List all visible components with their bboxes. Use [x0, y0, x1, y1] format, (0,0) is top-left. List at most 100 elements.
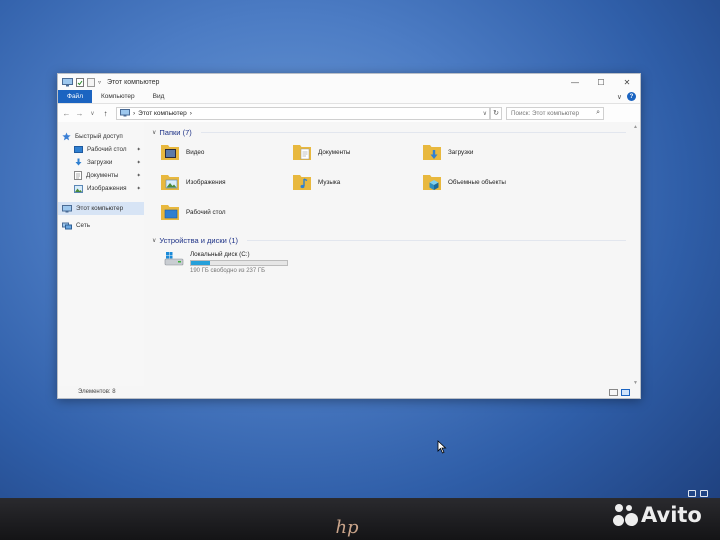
new-folder-icon[interactable]	[87, 77, 95, 87]
tab-view[interactable]: Вид	[144, 90, 174, 103]
properties-icon[interactable]	[76, 77, 84, 87]
search-icon: ⌕	[596, 109, 600, 116]
pictures-folder-icon	[161, 175, 179, 190]
title-bar: ▿ Этот компьютер — ☐ ✕	[58, 74, 640, 90]
avito-dots-icon	[612, 502, 638, 528]
search-placeholder: Поиск: Этот компьютер	[511, 109, 580, 117]
folders-group-title: Папки (7)	[159, 128, 192, 137]
search-input[interactable]: Поиск: Этот компьютер ⌕	[506, 106, 604, 120]
view-switcher	[609, 388, 640, 396]
maximize-button[interactable]: ☐	[588, 74, 614, 90]
downloads-folder-icon	[423, 145, 441, 160]
sidebar-item-downloads[interactable]: Загрузки ✦	[58, 156, 144, 169]
folder-label: Объемные объекты	[448, 178, 506, 186]
sidebar-item-network[interactable]: Сеть	[58, 219, 144, 232]
back-button[interactable]: ←	[62, 109, 71, 118]
avito-watermark: Avito	[612, 500, 712, 530]
network-icon[interactable]	[688, 489, 696, 497]
quick-access-toolbar: ▿	[62, 77, 101, 87]
hp-logo: hp	[335, 517, 359, 538]
pictures-icon	[74, 184, 83, 193]
folder-videos[interactable]: Видео	[160, 141, 204, 163]
system-tray	[688, 488, 718, 498]
documents-folder-icon	[293, 145, 311, 160]
sidebar-item-quick-access[interactable]: Быстрый доступ	[58, 130, 144, 143]
tab-file[interactable]: Файл	[58, 90, 92, 103]
status-bar: Элементов: 8	[58, 386, 640, 398]
star-icon	[62, 132, 71, 141]
explorer-body: Быстрый доступ Рабочий стол ✦ Загрузки ✦	[58, 122, 640, 386]
pin-icon: ✦	[136, 146, 141, 153]
tab-computer[interactable]: Компьютер	[92, 90, 144, 103]
customize-toolbar-icon[interactable]: ▿	[98, 79, 101, 86]
expand-ribbon-icon[interactable]: ∨	[617, 93, 622, 101]
forward-button[interactable]: →	[75, 109, 84, 118]
ribbon-tabs: Файл Компьютер Вид ∨ ?	[58, 90, 640, 104]
this-pc-icon	[62, 77, 73, 86]
explorer-window: ▿ Этот компьютер — ☐ ✕ Файл Компьютер Ви…	[57, 73, 641, 399]
videos-folder-icon	[161, 145, 179, 160]
drive-label: Локальный диск (C:)	[190, 251, 250, 258]
help-icon[interactable]: ?	[627, 92, 636, 101]
folder-label: Музыка	[318, 178, 341, 186]
close-button[interactable]: ✕	[614, 74, 640, 90]
up-button[interactable]: ↑	[101, 109, 110, 118]
pin-icon: ✦	[136, 185, 141, 192]
mouse-cursor-icon	[437, 440, 447, 454]
collapse-chevron-icon: ∨	[152, 238, 157, 244]
scroll-up-icon[interactable]: ▲	[633, 124, 638, 130]
3d-objects-folder-icon	[423, 175, 441, 190]
folder-documents[interactable]: Документы	[292, 141, 350, 163]
breadcrumb-this-pc[interactable]: Этот компьютер	[138, 110, 187, 117]
folder-downloads[interactable]: Загрузки	[422, 141, 473, 163]
folder-3d-objects[interactable]: Объемные объекты	[422, 171, 506, 193]
sidebar-item-label: Загрузки	[87, 159, 113, 166]
minimize-button[interactable]: —	[562, 74, 588, 90]
address-dropdown-icon[interactable]: ∨	[483, 110, 489, 117]
sidebar-item-desktop[interactable]: Рабочий стол ✦	[58, 143, 144, 156]
folder-label: Видео	[186, 148, 205, 156]
breadcrumb-separator[interactable]: ›	[190, 110, 192, 117]
refresh-button[interactable]: ↻	[490, 106, 502, 120]
drives-group-title: Устройства и диски (1)	[159, 236, 239, 245]
volume-icon[interactable]	[700, 489, 708, 497]
large-icons-view-icon[interactable]	[621, 388, 630, 396]
vertical-scrollbar[interactable]: ▲ ▼	[630, 122, 640, 386]
recent-locations-button[interactable]: ∨	[88, 110, 97, 117]
drive-usage-bar	[190, 260, 288, 266]
folder-label: Загрузки	[448, 148, 474, 156]
sidebar-item-documents[interactable]: Документы ✦	[58, 169, 144, 182]
folder-pictures[interactable]: Изображения	[160, 171, 226, 193]
folder-label: Документы	[318, 148, 351, 156]
desktop-icon	[74, 145, 83, 153]
drive-usage-fill	[191, 261, 211, 265]
folders-group-header[interactable]: ∨ Папки (7)	[152, 126, 640, 139]
sidebar-item-label: Документы	[86, 172, 119, 179]
collapse-chevron-icon: ∨	[152, 130, 157, 136]
folder-desktop[interactable]: Рабочий стол	[160, 201, 226, 223]
drives-group-header[interactable]: ∨ Устройства и диски (1)	[152, 234, 640, 247]
folder-label: Изображения	[186, 178, 226, 186]
sidebar-item-label: Рабочий стол	[87, 146, 127, 153]
pin-icon: ✦	[136, 172, 141, 179]
folder-label: Рабочий стол	[186, 208, 226, 216]
details-view-icon[interactable]	[609, 388, 618, 396]
documents-icon	[74, 171, 82, 180]
desktop-folder-icon	[161, 205, 179, 220]
sidebar-item-label: Изображения	[87, 185, 127, 192]
breadcrumb-separator: ›	[133, 109, 136, 117]
content-pane: ∨ Папки (7) Видео Документы Загрузки Изо…	[144, 122, 640, 386]
sidebar-item-label: Быстрый доступ	[75, 133, 123, 140]
sidebar-item-this-pc[interactable]: Этот компьютер	[58, 202, 144, 215]
avito-text: Avito	[641, 503, 702, 527]
drive-c[interactable]: Локальный диск (C:) 190 ГБ свободно из 2…	[164, 251, 640, 274]
navigation-bar: ← → ∨ ↑ › Этот компьютер › ∨ ↻ Поиск: Эт…	[58, 104, 640, 122]
sidebar-item-label: Этот компьютер	[76, 205, 124, 212]
navigation-pane: Быстрый доступ Рабочий стол ✦ Загрузки ✦	[58, 122, 144, 386]
folders-grid: Видео Документы Загрузки Изображения Муз…	[152, 139, 640, 234]
items-count: Элементов: 8	[78, 389, 116, 395]
folder-music[interactable]: Музыка	[292, 171, 340, 193]
address-bar[interactable]: › Этот компьютер › ∨	[116, 106, 490, 120]
sidebar-item-pictures[interactable]: Изображения ✦	[58, 182, 144, 195]
this-pc-icon	[62, 204, 72, 212]
